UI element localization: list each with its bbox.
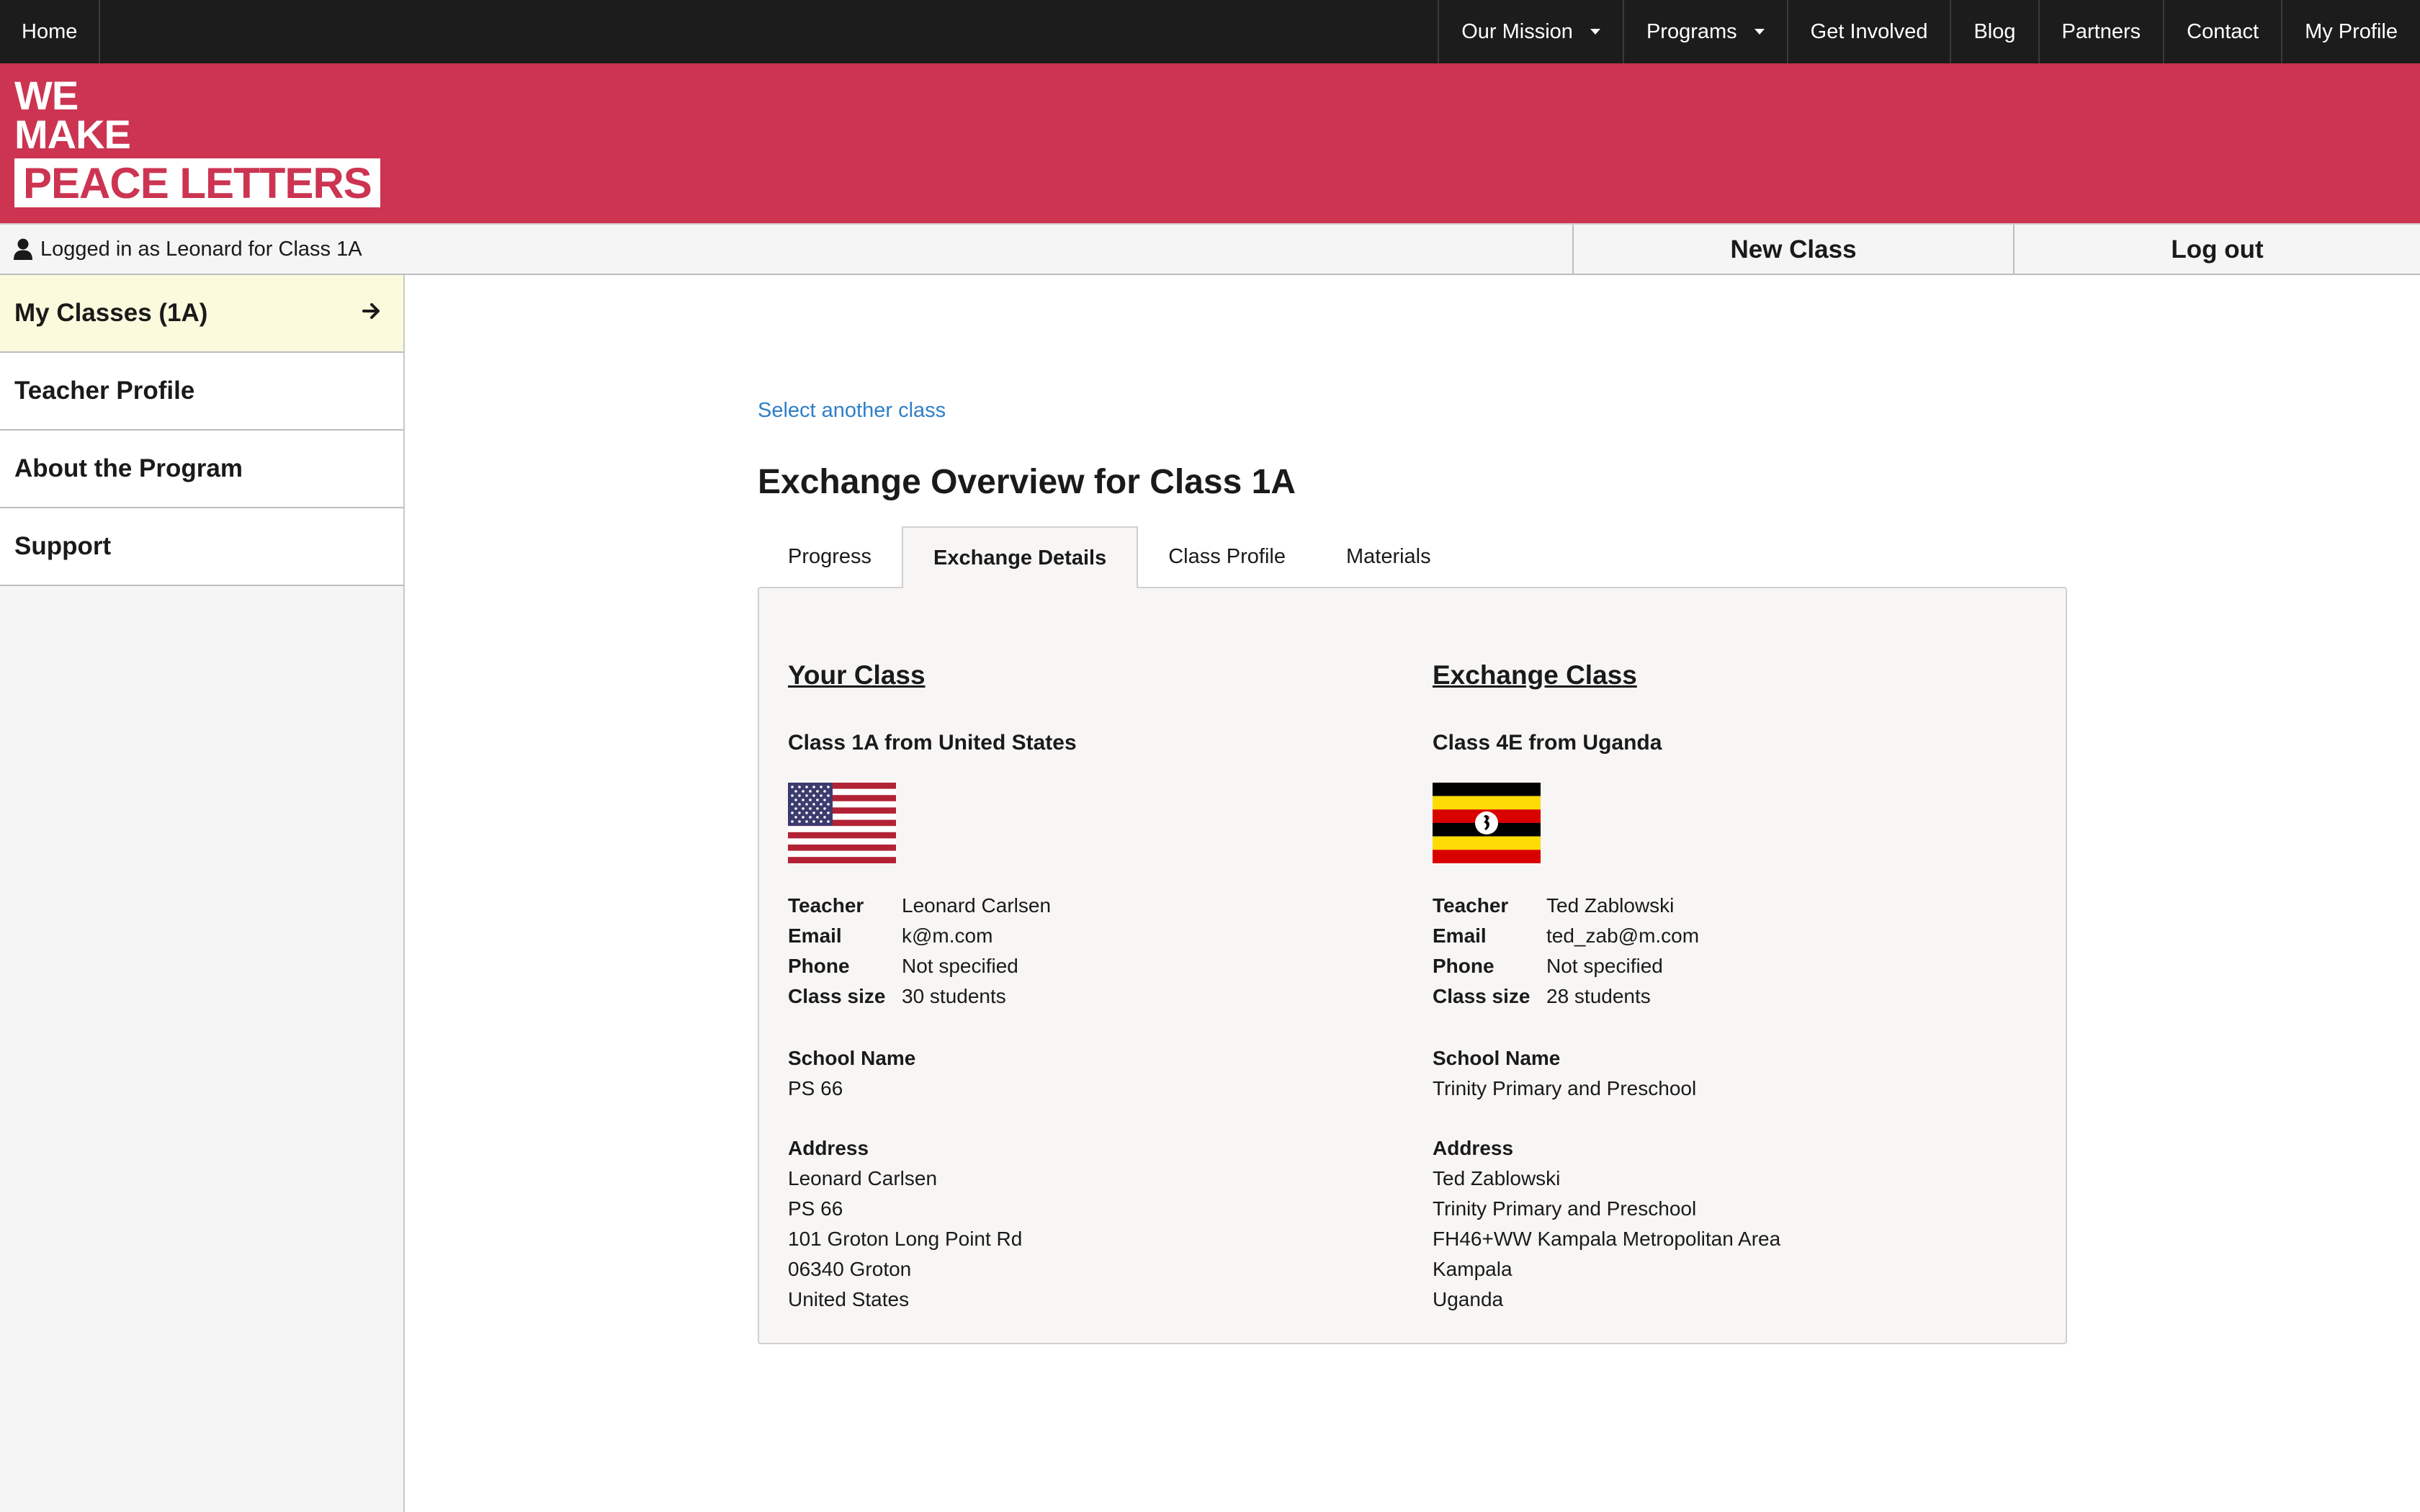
address-line: FH46+WW Kampala Metropolitan Area (1433, 1228, 1781, 1250)
page-title: Exchange Overview for Class 1A (758, 463, 1296, 501)
exchange-class-info: Teacher Ted Zablowski Email ted_zab@m.co… (1433, 891, 1699, 1012)
address-line: Ted Zablowski (1433, 1167, 1561, 1189)
class-size: 28 students (1546, 985, 1651, 1007)
tab-exchange-details[interactable]: Exchange Details (902, 526, 1139, 588)
chevron-down-icon (1590, 29, 1600, 35)
nav-our-mission-label: Our Mission (1461, 19, 1573, 43)
school-name: PS 66 (788, 1077, 843, 1099)
nav-right-group: Our Mission Programs Get Involved Blog P… (1438, 0, 2420, 63)
exchange-tabs: Progress Exchange Details Class Profile … (758, 526, 1461, 588)
nav-get-involved[interactable]: Get Involved (1786, 0, 1950, 63)
teacher-phone: Not specified (902, 955, 1018, 977)
teacher-phone: Not specified (1546, 955, 1663, 977)
sidebar-item-label: My Classes (1A) (14, 299, 208, 327)
address-line: Uganda (1433, 1288, 1504, 1310)
chevron-down-icon (1754, 29, 1765, 35)
select-another-class-link[interactable]: Select another class (758, 399, 946, 423)
info-row-email: Email k@m.com (788, 921, 1051, 951)
info-label: Phone (1433, 955, 1494, 977)
sidebar-item-my-classes[interactable]: My Classes (1A) (0, 275, 403, 353)
info-row-phone: Phone Not specified (1433, 951, 1699, 981)
info-row-teacher: Teacher Leonard Carlsen (788, 891, 1051, 921)
logo-line-2: MAKE (14, 112, 131, 157)
info-label: Teacher (1433, 894, 1509, 917)
top-navigation: Home Our Mission Programs Get Involved B… (0, 0, 2420, 63)
nav-our-mission[interactable]: Our Mission (1438, 0, 1623, 63)
exchange-school-block: School Name Trinity Primary and Preschoo… (1433, 1043, 1696, 1104)
your-class-heading: Your Class (788, 660, 926, 690)
info-label: Phone (788, 955, 850, 977)
info-label: Teacher (788, 894, 864, 917)
logo-line-1: WE (14, 73, 79, 118)
your-address-block: Address Leonard Carlsen PS 66 101 Groton… (788, 1133, 1022, 1315)
info-row-teacher: Teacher Ted Zablowski (1433, 891, 1699, 921)
address-line: Trinity Primary and Preschool (1433, 1197, 1697, 1220)
nav-home-link[interactable]: Home (0, 0, 101, 63)
address-line: United States (788, 1288, 910, 1310)
exchange-class-heading: Exchange Class (1433, 660, 1637, 690)
sidebar-item-support[interactable]: Support (0, 508, 403, 586)
address-label: Address (788, 1137, 869, 1159)
nav-contact[interactable]: Contact (2163, 0, 2281, 63)
teacher-name: Ted Zablowski (1546, 894, 1675, 917)
info-label: Class size (1433, 985, 1531, 1007)
your-school-block: School Name PS 66 (788, 1043, 915, 1104)
info-label: Class size (788, 985, 886, 1007)
site-logo[interactable]: WE MAKE PEACE LETTERS (14, 76, 380, 207)
nav-blog[interactable]: Blog (1950, 0, 2038, 63)
logo-line-3: PEACE LETTERS (14, 158, 380, 207)
nav-partners[interactable]: Partners (2038, 0, 2164, 63)
sidebar-item-label: About the Program (14, 454, 243, 482)
exchange-address-block: Address Ted Zablowski Trinity Primary an… (1433, 1133, 1780, 1315)
sidebar-item-label: Support (14, 532, 112, 560)
address-line: Leonard Carlsen (788, 1167, 938, 1189)
tab-progress[interactable]: Progress (758, 526, 902, 587)
teacher-email: k@m.com (902, 924, 993, 947)
exchange-details-panel: Your Class Class 1A from United States T… (758, 587, 2067, 1344)
tab-class-profile[interactable]: Class Profile (1138, 526, 1316, 587)
address-label: Address (1433, 1137, 1514, 1159)
school-name-label: School Name (788, 1047, 916, 1069)
sidebar-item-teacher-profile[interactable]: Teacher Profile (0, 353, 403, 431)
uganda-flag-icon (1433, 783, 1541, 863)
info-label: Email (788, 924, 842, 947)
your-class-info: Teacher Leonard Carlsen Email k@m.com Ph… (788, 891, 1051, 1012)
school-name: Trinity Primary and Preschool (1433, 1077, 1697, 1099)
united-states-flag-icon (788, 783, 896, 863)
address-line: 101 Groton Long Point Rd (788, 1228, 1023, 1250)
sidebar: My Classes (1A) Teacher Profile About th… (0, 275, 405, 1512)
nav-programs[interactable]: Programs (1622, 0, 1787, 63)
arrow-right-icon (362, 303, 380, 319)
exchange-class-subtitle: Class 4E from Uganda (1433, 731, 1662, 755)
info-row-class-size: Class size 30 students (788, 981, 1051, 1012)
brand-banner: WE MAKE PEACE LETTERS (0, 63, 2420, 223)
tab-materials[interactable]: Materials (1316, 526, 1461, 587)
class-size: 30 students (902, 985, 1006, 1007)
address-line: PS 66 (788, 1197, 843, 1220)
user-icon (14, 238, 32, 260)
sidebar-item-about-program[interactable]: About the Program (0, 431, 403, 508)
info-row-email: Email ted_zab@m.com (1433, 921, 1699, 951)
nav-programs-label: Programs (1646, 19, 1737, 43)
address-line: Kampala (1433, 1258, 1512, 1280)
sidebar-item-label: Teacher Profile (14, 377, 195, 405)
login-status-text: Logged in as Leonard for Class 1A (40, 237, 362, 261)
info-label: Email (1433, 924, 1487, 947)
nav-my-profile[interactable]: My Profile (2281, 0, 2420, 63)
address-line: 06340 Groton (788, 1258, 912, 1280)
new-class-button[interactable]: New Class (1572, 225, 2013, 275)
info-row-class-size: Class size 28 students (1433, 981, 1699, 1012)
login-status: Logged in as Leonard for Class 1A (13, 225, 362, 274)
your-class-subtitle: Class 1A from United States (788, 731, 1077, 755)
info-row-phone: Phone Not specified (788, 951, 1051, 981)
user-status-bar: Logged in as Leonard for Class 1A New Cl… (0, 223, 2420, 275)
teacher-email: ted_zab@m.com (1546, 924, 1700, 947)
school-name-label: School Name (1433, 1047, 1561, 1069)
logout-button[interactable]: Log out (2013, 225, 2420, 275)
teacher-name: Leonard Carlsen (902, 894, 1052, 917)
